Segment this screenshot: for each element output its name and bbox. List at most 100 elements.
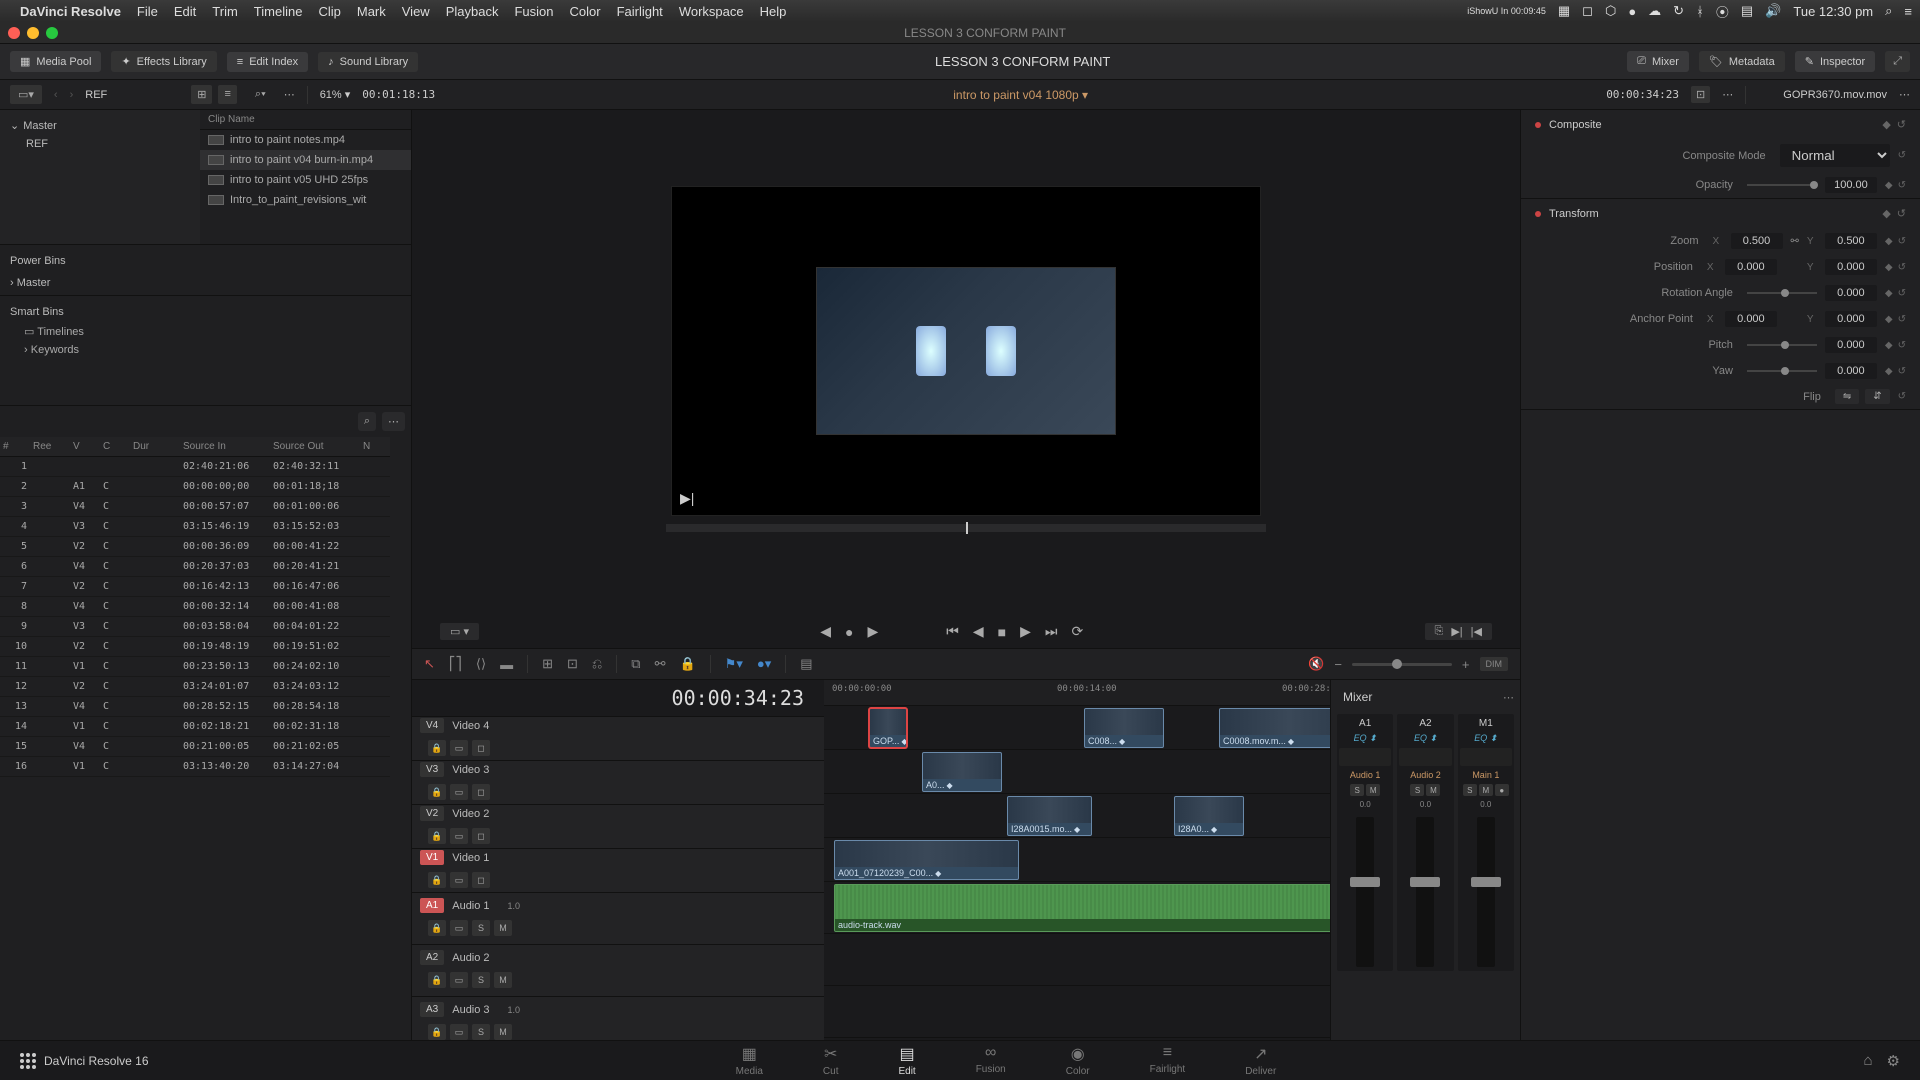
mixer-options-icon[interactable]: ⋯ [1503, 691, 1514, 704]
composite-mode-select[interactable]: Normal [1780, 144, 1890, 167]
replace-icon[interactable]: ⎌ [592, 656, 602, 672]
power-bin-master[interactable]: › Master [10, 271, 401, 289]
edit-index-col-header[interactable]: Dur [130, 437, 180, 457]
edit-index-cell[interactable]: 02:40:32:11 [270, 457, 360, 477]
menu-trim[interactable]: Trim [212, 4, 238, 19]
edit-index-cell[interactable] [30, 597, 70, 617]
edit-index-cell[interactable]: 00:01:00:06 [270, 497, 360, 517]
edit-index-cell[interactable]: 2 [0, 477, 30, 497]
reset-icon[interactable]: ↺ [1898, 366, 1906, 377]
wifi-icon[interactable]: ⦿ [1716, 2, 1729, 21]
track-header-v2[interactable]: V2 Video 2 🔒 ▭ ◻ [412, 805, 824, 849]
edit-index-col-header[interactable]: # [0, 437, 30, 457]
enable-dot-icon[interactable] [1535, 211, 1541, 217]
yaw-value[interactable]: 0.000 [1825, 363, 1877, 379]
battery-icon[interactable]: ▤ [1741, 3, 1753, 19]
edit-index-cell[interactable] [30, 577, 70, 597]
edit-index-cell[interactable] [360, 517, 390, 537]
track-row-v4[interactable]: GOP...◆C008...◆C0008.mov.m...◆C0008.MP4_… [824, 706, 1330, 750]
auto-select-icon[interactable]: ▭ [450, 784, 468, 800]
edit-index-cell[interactable] [30, 557, 70, 577]
track-header-v1[interactable]: V1 Video 1 🔒 ▭ ◻ [412, 849, 824, 893]
eq-label[interactable]: EQ ⬍ [1474, 733, 1497, 744]
mute-button[interactable]: M [494, 972, 512, 988]
lock-track-icon[interactable]: 🔒 [428, 740, 446, 756]
effects-library-button[interactable]: ✦Effects Library [111, 51, 216, 72]
edit-index-cell[interactable]: 03:24:03:12 [270, 677, 360, 697]
flip-h-button[interactable]: ⇋ [1835, 389, 1859, 404]
mute-button[interactable]: M [1366, 784, 1380, 796]
keyframe-icon[interactable]: ◆ [1885, 340, 1893, 351]
edit-index-cell[interactable]: 00:00:32:14 [180, 597, 270, 617]
eq-label[interactable]: EQ ⬍ [1354, 733, 1377, 744]
reset-icon[interactable]: ↺ [1898, 180, 1906, 191]
edit-index-cell[interactable] [130, 457, 180, 477]
maximize-window-button[interactable] [46, 27, 58, 39]
edit-index-cell[interactable]: 00:20:37:03 [180, 557, 270, 577]
solo-button[interactable]: S [1350, 784, 1364, 796]
edit-index-cell[interactable]: V4 [70, 557, 100, 577]
reset-icon[interactable]: ↺ [1898, 262, 1906, 273]
track-badge[interactable]: V1 [420, 850, 444, 865]
edit-index-cell[interactable]: 8 [0, 597, 30, 617]
edit-index-cell[interactable] [130, 717, 180, 737]
solo-button[interactable]: S [472, 972, 490, 988]
tray-icon[interactable]: ▦ [1558, 3, 1570, 19]
inspector-options-icon[interactable]: ⋯ [1899, 88, 1910, 101]
edit-index-cell[interactable] [30, 697, 70, 717]
zoom-in-icon[interactable]: + [1462, 657, 1470, 672]
rev-play-icon[interactable]: ◀ [973, 623, 984, 640]
list-view-icon[interactable]: ≡ [218, 85, 236, 104]
edit-index-cell[interactable]: V2 [70, 677, 100, 697]
anchor-x-value[interactable]: 0.000 [1725, 311, 1777, 327]
page-fairlight[interactable]: ≡Fairlight [1150, 1044, 1186, 1077]
edit-index-cell[interactable]: 03:15:46:19 [180, 517, 270, 537]
edit-index-cell[interactable]: C [100, 537, 130, 557]
app-logo[interactable]: DaVinci Resolve 16 [0, 1053, 169, 1069]
page-fusion[interactable]: ∞Fusion [976, 1044, 1006, 1077]
edit-index-cell[interactable] [30, 657, 70, 677]
edit-index-cell[interactable] [360, 537, 390, 557]
play-overlay-icon[interactable]: ▶| [680, 490, 694, 507]
edit-index-cell[interactable] [360, 697, 390, 717]
auto-select-icon[interactable]: ▭ [450, 872, 468, 888]
disable-track-icon[interactable]: ◻ [472, 740, 490, 756]
auto-select-icon[interactable]: ▭ [450, 828, 468, 844]
menu-app[interactable]: DaVinci Resolve [20, 4, 121, 19]
lock-track-icon[interactable]: 🔒 [428, 972, 446, 988]
track-badge[interactable]: A2 [420, 950, 444, 965]
edit-index-cell[interactable] [30, 637, 70, 657]
edit-index-cell[interactable]: 5 [0, 537, 30, 557]
edit-index-cell[interactable] [130, 497, 180, 517]
edit-index-col-header[interactable]: C [100, 437, 130, 457]
edit-index-cell[interactable]: C [100, 557, 130, 577]
overwrite-icon[interactable]: ⊡ [567, 656, 578, 672]
edit-index-cell[interactable] [130, 737, 180, 757]
mixer-button[interactable]: ⎚Mixer [1627, 51, 1689, 72]
edit-index-cell[interactable] [130, 657, 180, 677]
edit-index-cell[interactable] [360, 757, 390, 777]
edit-index-cell[interactable] [30, 457, 70, 477]
nav-fwd-icon[interactable]: › [70, 89, 74, 101]
keyframe-icon[interactable]: ◆ [1885, 366, 1893, 377]
lock-track-icon[interactable]: 🔒 [428, 784, 446, 800]
menu-workspace[interactable]: Workspace [679, 4, 744, 19]
edit-index-cell[interactable]: 03:15:52:03 [270, 517, 360, 537]
edit-index-cell[interactable]: 1 [0, 457, 30, 477]
menu-clip[interactable]: Clip [318, 4, 340, 19]
page-cut[interactable]: ✂Cut [823, 1044, 839, 1077]
menu-view[interactable]: View [402, 4, 430, 19]
bin-layout-icon[interactable]: ▭▾ [10, 85, 42, 104]
inspector-button[interactable]: ✎Inspector [1795, 51, 1875, 72]
edit-index-cell[interactable]: C [100, 657, 130, 677]
track-badge[interactable]: A3 [420, 1002, 444, 1017]
menu-playback[interactable]: Playback [446, 4, 499, 19]
menu-timeline[interactable]: Timeline [254, 4, 303, 19]
edit-index-cell[interactable] [30, 717, 70, 737]
mute-button[interactable]: M [1479, 784, 1493, 796]
timeline-tracks[interactable]: 00:00:00:0000:00:14:0000:00:28:0000:00:4… [824, 680, 1330, 1040]
edit-index-options-icon[interactable]: ⋯ [382, 412, 405, 431]
edit-index-cell[interactable] [30, 677, 70, 697]
options-icon[interactable]: ⋯ [284, 88, 295, 101]
edit-index-cell[interactable] [360, 577, 390, 597]
